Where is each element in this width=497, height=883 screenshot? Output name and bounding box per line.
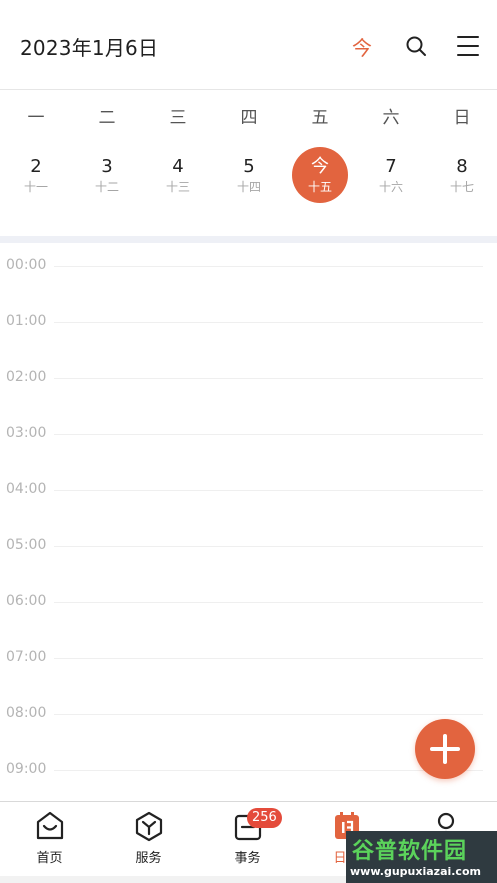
day-cell[interactable]: 8 十七 bbox=[434, 147, 490, 203]
lunar-date: 十三 bbox=[165, 180, 190, 194]
time-label: 07:00 bbox=[6, 649, 47, 665]
hour-line bbox=[54, 770, 483, 771]
time-slot[interactable]: 01:00 bbox=[0, 299, 497, 355]
weekday-label: 日 bbox=[453, 108, 471, 128]
hour-line bbox=[54, 266, 483, 267]
week-strip: 一 二 三 四 五 六 日 2 十一 3 十二 4 十三 5 十四 今 十五 7… bbox=[0, 91, 497, 236]
cube-icon bbox=[135, 811, 163, 842]
hour-line bbox=[54, 658, 483, 659]
time-slot[interactable]: 00:00 bbox=[0, 243, 497, 299]
time-slot[interactable]: 02:00 bbox=[0, 355, 497, 411]
weekday-label: 二 bbox=[98, 108, 116, 128]
time-slot[interactable]: 04:00 bbox=[0, 467, 497, 523]
time-slot[interactable]: 06:00 bbox=[0, 579, 497, 635]
day-number: 2 bbox=[30, 156, 42, 177]
watermark-title: 谷普软件园 bbox=[352, 839, 468, 864]
hour-line bbox=[54, 546, 483, 547]
day-timeline[interactable]: 00:00 01:00 02:00 03:00 04:00 05:00 06:0… bbox=[0, 243, 497, 801]
time-label: 00:00 bbox=[6, 257, 47, 273]
hour-line bbox=[54, 322, 483, 323]
day-cell[interactable]: 4 十三 bbox=[150, 147, 206, 203]
tab-label: 事务 bbox=[234, 851, 261, 866]
top-bar: 2023年1月6日 今 bbox=[0, 0, 497, 90]
menu-icon[interactable] bbox=[456, 34, 480, 58]
day-cell[interactable]: 2 十一 bbox=[8, 147, 64, 203]
tab-label: 首页 bbox=[36, 851, 63, 866]
time-label: 06:00 bbox=[6, 593, 47, 609]
home-icon bbox=[36, 811, 64, 840]
lunar-date: 十六 bbox=[378, 180, 403, 194]
day-number: 4 bbox=[172, 156, 184, 177]
plus-icon bbox=[430, 734, 460, 764]
hour-line bbox=[54, 490, 483, 491]
lunar-date: 十一 bbox=[23, 180, 48, 194]
tab-tasks[interactable]: 256 事务 bbox=[198, 802, 297, 883]
home-indicator-strip bbox=[0, 876, 346, 883]
time-slot[interactable]: 05:00 bbox=[0, 523, 497, 579]
watermark-url: www.gupuxiazai.com bbox=[350, 865, 481, 878]
tab-services[interactable]: 服务 bbox=[99, 802, 198, 883]
lunar-date: 十七 bbox=[449, 180, 474, 194]
weekday-label: 四 bbox=[240, 108, 258, 128]
time-label: 01:00 bbox=[6, 313, 47, 329]
day-number: 7 bbox=[385, 156, 397, 177]
hour-line bbox=[54, 714, 483, 715]
watermark-logo: 谷普软件园 www.gupuxiazai.com bbox=[346, 831, 497, 883]
weekday-label: 三 bbox=[169, 108, 187, 128]
weekday-label: 一 bbox=[27, 108, 45, 128]
day-cell[interactable]: 5 十四 bbox=[221, 147, 277, 203]
lunar-date: 十二 bbox=[94, 180, 119, 194]
today-button[interactable]: 今 bbox=[352, 32, 372, 61]
time-label: 03:00 bbox=[6, 425, 47, 441]
tab-home[interactable]: 首页 bbox=[0, 802, 99, 883]
time-slot[interactable]: 07:00 bbox=[0, 635, 497, 691]
day-number: 8 bbox=[456, 156, 468, 177]
lunar-date: 十五 bbox=[307, 180, 332, 194]
hour-line bbox=[54, 602, 483, 603]
date-title: 2023年1月6日 bbox=[20, 36, 159, 60]
lunar-date: 十四 bbox=[236, 180, 261, 194]
time-slot[interactable]: 03:00 bbox=[0, 411, 497, 467]
tab-label: 服务 bbox=[135, 851, 162, 866]
hour-line bbox=[54, 434, 483, 435]
task-count-badge: 256 bbox=[247, 808, 282, 828]
time-label: 04:00 bbox=[6, 481, 47, 497]
day-cell-today[interactable]: 今 十五 bbox=[292, 147, 348, 203]
section-divider bbox=[0, 236, 497, 243]
day-number: 今 bbox=[311, 156, 329, 177]
day-cell[interactable]: 3 十二 bbox=[79, 147, 135, 203]
time-label: 09:00 bbox=[6, 761, 47, 777]
hour-line bbox=[54, 378, 483, 379]
time-label: 05:00 bbox=[6, 537, 47, 553]
time-label: 02:00 bbox=[6, 369, 47, 385]
day-cell[interactable]: 7 十六 bbox=[363, 147, 419, 203]
time-label: 08:00 bbox=[6, 705, 47, 721]
add-event-button[interactable] bbox=[415, 719, 475, 779]
day-number: 3 bbox=[101, 156, 113, 177]
weekday-label: 六 bbox=[382, 108, 400, 128]
search-icon[interactable] bbox=[404, 34, 428, 58]
day-number: 5 bbox=[243, 156, 255, 177]
weekday-label: 五 bbox=[311, 108, 329, 128]
